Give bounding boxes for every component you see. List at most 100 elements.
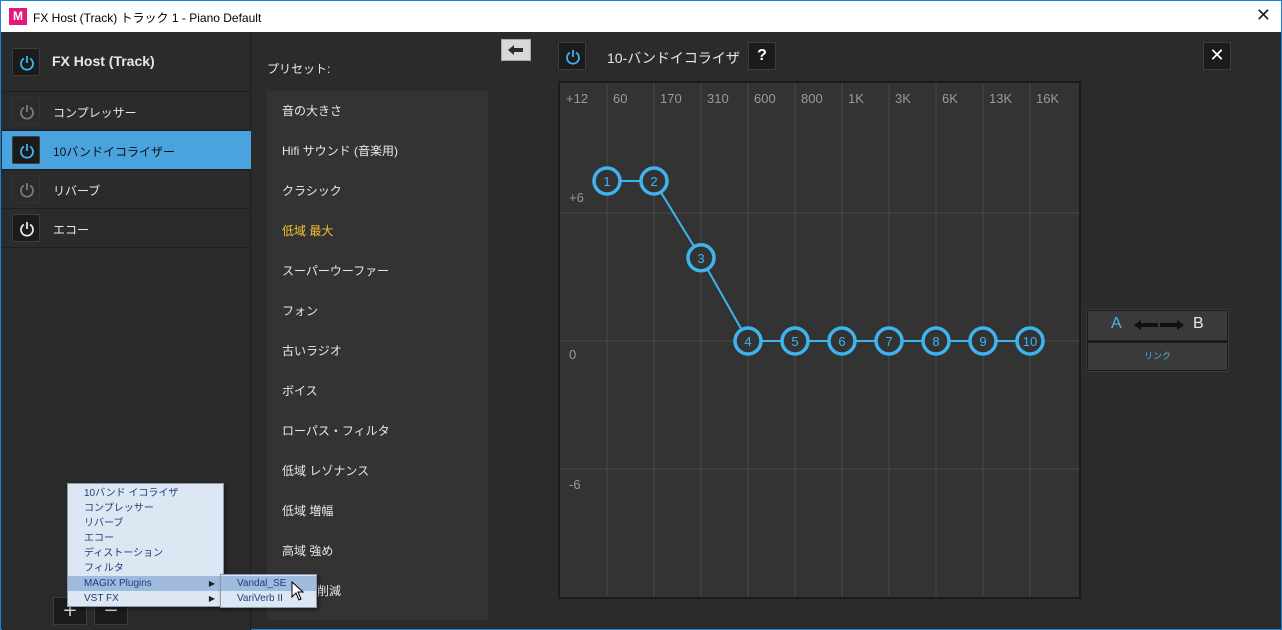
eq-band-handle[interactable]: 8 [921, 326, 951, 356]
close-eq-button[interactable]: ✕ [1203, 42, 1231, 70]
preset-list: 音の大きさ Hifi サウンド (音楽用) クラシック 低域 最大 スーパーウー… [267, 91, 488, 620]
preset-item-selected[interactable]: 低域 最大 [267, 211, 488, 251]
host-power-button[interactable] [12, 48, 40, 76]
effect-item-compressor[interactable]: コンプレッサー [2, 92, 251, 131]
eq-band-handle[interactable]: 2 [639, 166, 669, 196]
preset-item[interactable]: 古いラジオ [267, 331, 488, 371]
menu-item-magix-plugins[interactable]: MAGIX Plugins ▶ [68, 576, 223, 591]
eq-graph[interactable]: +12 60 170 310 600 800 1K 3K 6K 13K 16K +6 0 -6 1 2 3 4 5 6… [558, 81, 1081, 599]
eq-band-handle[interactable]: 7 [874, 326, 904, 356]
echo-power-button[interactable] [12, 214, 40, 242]
effects-chain-header: FX Host (Track) [2, 32, 251, 92]
submenu-arrow-icon: ▶ [208, 579, 215, 588]
eq-graph-svg[interactable]: +12 60 170 310 600 800 1K 3K 6K 13K 16K +6 0 -6 1 2 3 4 5 6… [560, 83, 1079, 597]
power-icon [20, 222, 34, 237]
title-bar: M FX Host (Track) トラック 1 - Piano Default… [1, 1, 1281, 32]
menu-item-vst-fx[interactable]: VST FX ▶ [68, 591, 223, 606]
window-close-button[interactable]: ✕ [1256, 5, 1271, 26]
menu-item-label: VST FX [84, 593, 119, 604]
ab-compare-panel: A B リンク [1086, 309, 1229, 372]
eq-power-button[interactable] [12, 136, 40, 164]
eq-band-number: 9 [979, 334, 986, 349]
power-icon [20, 183, 34, 198]
eq-band-number: 1 [603, 174, 610, 189]
menu-item[interactable]: ディストーション [68, 546, 223, 561]
effect-item-reverb[interactable]: リバーブ [2, 170, 251, 209]
effect-label: リバーブ [53, 184, 101, 198]
eq-band-number: 6 [838, 334, 845, 349]
fx-host-window: M FX Host (Track) トラック 1 - Piano Default… [0, 0, 1282, 630]
back-button[interactable] [501, 39, 531, 61]
preset-item[interactable]: クラシック [267, 171, 488, 211]
ab-link-button[interactable]: リンク [1088, 343, 1227, 370]
eq-band-number: 3 [697, 251, 704, 266]
freq-label: 600 [754, 91, 776, 106]
eq-band-handle[interactable]: 6 [827, 326, 857, 356]
power-icon [20, 144, 34, 159]
menu-item-label: MAGIX Plugins [84, 578, 152, 589]
preset-item[interactable]: スーパーウーファー [267, 251, 488, 291]
freq-label: 800 [801, 91, 823, 106]
freq-label: 170 [660, 91, 682, 106]
submenu-arrow-icon: ▶ [208, 594, 215, 603]
power-icon [20, 56, 34, 71]
freq-label: 3K [895, 91, 911, 106]
eq-band-handle[interactable]: 5 [780, 326, 810, 356]
preset-item[interactable]: ローパス・フィルタ [267, 411, 488, 451]
preset-item[interactable]: フォン [267, 291, 488, 331]
arrow-left-icon [508, 45, 523, 55]
eq-header-power-button[interactable] [558, 42, 586, 70]
eq-band-handle[interactable]: 4 [733, 326, 763, 356]
host-title: FX Host (Track) [52, 53, 155, 69]
eq-band-number: 10 [1023, 334, 1037, 349]
preset-item[interactable]: ボイス [267, 371, 488, 411]
preset-item[interactable]: 低域 レゾナンス [267, 451, 488, 491]
freq-label: +12 [566, 91, 588, 106]
compressor-power-button[interactable] [12, 97, 40, 125]
effect-item-echo[interactable]: エコー [2, 209, 251, 248]
add-effect-menu: 10バンド イコライザ コンプレッサー リバーブ エコー ディストーション フィ… [67, 483, 224, 607]
eq-band-number: 4 [744, 334, 751, 349]
power-icon [20, 105, 34, 120]
eq-band-handle[interactable]: 10 [1015, 326, 1045, 356]
window-title: FX Host (Track) トラック 1 - Piano Default [33, 11, 262, 25]
ab-a-label[interactable]: A [1111, 315, 1122, 333]
effect-item-10band-eq[interactable]: 10バンドイコライザー [2, 131, 251, 170]
preset-item[interactable]: 音の大きさ [267, 91, 488, 131]
eq-band-number: 5 [791, 334, 798, 349]
menu-item[interactable]: コンプレッサー [68, 501, 223, 516]
power-icon [566, 50, 580, 65]
eq-band-handle[interactable]: 3 [686, 243, 716, 273]
effect-label: 10バンドイコライザー [53, 145, 175, 159]
freq-label: 6K [942, 91, 958, 106]
preset-item[interactable]: Hifi サウンド (音楽用) [267, 131, 488, 171]
menu-item[interactable]: 10バンド イコライザ [68, 486, 223, 501]
help-button[interactable]: ? [748, 42, 776, 70]
eq-curve [607, 180, 1030, 342]
swap-arrows-icon [1134, 320, 1184, 330]
reverb-power-button[interactable] [12, 175, 40, 203]
effect-label: コンプレッサー [53, 106, 137, 120]
presets-heading: プリセット: [267, 62, 331, 76]
freq-label: 16K [1036, 91, 1059, 106]
preset-item[interactable]: 低域 増幅 [267, 491, 488, 531]
eq-title: 10-バンドイコライザ [607, 50, 740, 66]
freq-label: 310 [707, 91, 729, 106]
eq-band-number: 8 [932, 334, 939, 349]
menu-item[interactable]: エコー [68, 531, 223, 546]
db-label: -6 [569, 477, 581, 492]
eq-band-handle[interactable]: 9 [968, 326, 998, 356]
freq-label: 60 [613, 91, 627, 106]
effect-label: エコー [53, 223, 90, 237]
app-icon: M [9, 8, 27, 25]
eq-band-handle[interactable]: 1 [592, 166, 622, 196]
menu-item[interactable]: フィルタ [68, 561, 223, 576]
preset-item[interactable]: 高域 強め [267, 531, 488, 571]
eq-band-number: 2 [650, 174, 657, 189]
ab-b-label[interactable]: B [1193, 315, 1204, 333]
db-label: +6 [569, 190, 584, 205]
ab-toggle[interactable]: A B [1088, 311, 1227, 340]
eq-band-number: 7 [885, 334, 892, 349]
freq-label: 13K [989, 91, 1012, 106]
menu-item[interactable]: リバーブ [68, 516, 223, 531]
